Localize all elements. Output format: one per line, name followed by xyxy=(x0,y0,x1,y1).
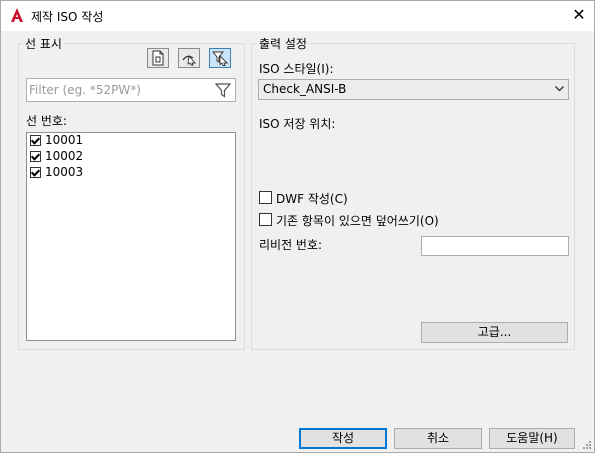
line-checkbox[interactable] xyxy=(30,151,41,162)
overwrite-existing-checkbox[interactable] xyxy=(259,213,272,226)
iso-dialog-window: 제작 ISO 작성 ✕ 선 표시 선 번호: xyxy=(0,0,595,453)
revision-number-input[interactable] xyxy=(421,236,569,256)
create-dwf-label[interactable]: DWF 작성(C) xyxy=(276,190,348,207)
line-checkbox[interactable] xyxy=(30,167,41,178)
line-checkbox[interactable] xyxy=(30,135,41,146)
line-number-text: 10003 xyxy=(45,165,84,179)
select-object-tool-button[interactable] xyxy=(178,48,200,68)
filter-select-icon xyxy=(212,51,228,66)
autocad-app-icon xyxy=(11,8,23,22)
help-button[interactable]: 도움말(H) xyxy=(489,428,575,449)
line-number-text: 10001 xyxy=(45,133,84,147)
line-display-group-label: 선 표시 xyxy=(23,35,64,52)
document-tool-button[interactable] xyxy=(147,48,169,68)
close-button[interactable]: ✕ xyxy=(567,4,591,26)
title-bar: 제작 ISO 작성 ✕ xyxy=(1,1,594,31)
revision-number-label: 리비전 번호: xyxy=(259,238,323,252)
document-icon xyxy=(152,50,164,66)
chevron-down-icon xyxy=(555,86,564,92)
resize-grip-icon[interactable] xyxy=(581,439,592,450)
line-number-label: 선 번호: xyxy=(26,114,67,128)
close-icon: ✕ xyxy=(572,5,586,24)
advanced-button[interactable]: 고급... xyxy=(421,322,568,343)
create-dwf-checkbox[interactable] xyxy=(259,191,272,204)
window-title: 제작 ISO 작성 xyxy=(31,10,104,24)
overwrite-existing-label[interactable]: 기존 항목이 있으면 덮어쓰기(O) xyxy=(276,212,439,229)
filter-select-tool-button[interactable] xyxy=(209,48,231,68)
line-filter-field[interactable] xyxy=(26,78,236,102)
line-number-list[interactable]: 10001 10002 10003 xyxy=(26,132,236,341)
select-object-icon xyxy=(182,54,196,66)
cancel-button[interactable]: 취소 xyxy=(394,428,482,449)
iso-style-dropdown[interactable]: Check_ANSI-B xyxy=(258,79,569,100)
create-button[interactable]: 작성 xyxy=(299,428,387,449)
funnel-icon[interactable] xyxy=(215,82,231,98)
line-number-text: 10002 xyxy=(45,149,84,163)
iso-location-label: ISO 저장 위치: xyxy=(259,117,336,131)
filter-input[interactable] xyxy=(29,82,209,98)
iso-style-label: ISO 스타일(I): xyxy=(259,62,334,76)
iso-style-value: Check_ANSI-B xyxy=(263,82,347,96)
output-settings-group-label: 출력 설정 xyxy=(257,35,309,52)
